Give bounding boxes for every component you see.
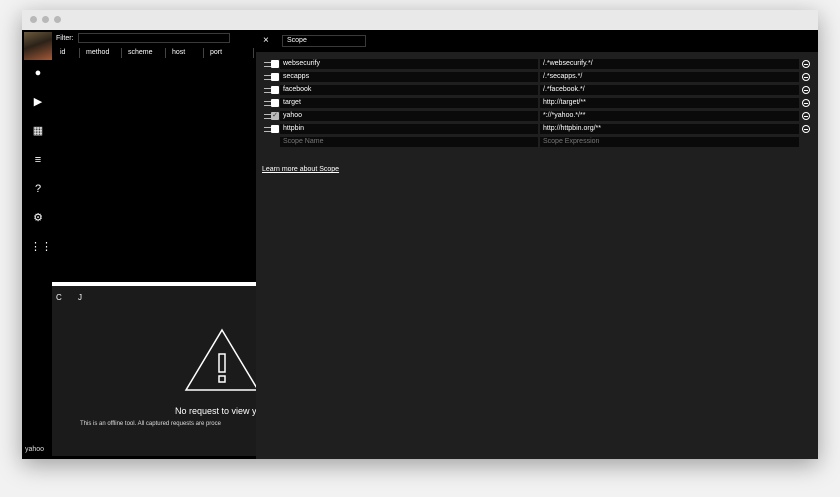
remove-icon[interactable] bbox=[802, 60, 810, 68]
scope-checkbox[interactable] bbox=[271, 73, 279, 81]
scope-expression-input[interactable]: http://target/** bbox=[540, 98, 799, 108]
scope-row: secapps /.*secapps.*/ bbox=[256, 72, 818, 83]
scope-expression-input[interactable]: http://httpbin.org/** bbox=[540, 124, 799, 134]
scope-checkbox[interactable] bbox=[271, 86, 279, 94]
scope-row: ✓ yahoo *://*yahoo.*/** bbox=[256, 111, 818, 122]
drag-handle-icon[interactable] bbox=[264, 101, 271, 106]
drag-handle-icon[interactable] bbox=[264, 75, 271, 80]
close-icon[interactable]: × bbox=[263, 35, 269, 46]
scope-expression-input[interactable]: /.*secapps.*/ bbox=[540, 72, 799, 82]
scope-name-input[interactable]: httpbin bbox=[280, 124, 538, 134]
column-port[interactable]: port bbox=[204, 48, 254, 58]
scope-checkbox[interactable] bbox=[271, 99, 279, 107]
drag-handle-icon[interactable] bbox=[264, 114, 271, 119]
filter-label: Filter: bbox=[56, 35, 74, 42]
learn-more-link[interactable]: Learn more about Scope bbox=[262, 166, 339, 173]
drag-handle-icon[interactable] bbox=[264, 62, 271, 67]
new-scope-expression-input[interactable]: Scope Expression bbox=[540, 137, 799, 147]
scope-row: target http://target/** bbox=[256, 98, 818, 109]
column-host[interactable]: host bbox=[166, 48, 204, 58]
new-scope-name-input[interactable]: Scope Name bbox=[280, 137, 538, 147]
request-tabs[interactable]: C J bbox=[56, 293, 89, 302]
apps-icon[interactable]: ⋮⋮ bbox=[30, 239, 52, 255]
scope-panel: × Scope websecurify /.*websecurify.*/ se… bbox=[256, 30, 818, 459]
scope-expression-input[interactable]: *://*yahoo.*/** bbox=[540, 111, 799, 121]
column-method[interactable]: method bbox=[80, 48, 122, 58]
drag-handle-icon[interactable] bbox=[264, 127, 271, 132]
remove-icon[interactable] bbox=[802, 125, 810, 133]
app-window: ● ▶ ▦ ≡ ? ⚙ ⋮⋮ Filter: id method scheme … bbox=[22, 10, 818, 459]
scope-new-row: Scope Name Scope Expression bbox=[256, 137, 818, 148]
remove-icon[interactable] bbox=[802, 86, 810, 94]
scope-checkbox[interactable] bbox=[271, 125, 279, 133]
scope-name-input[interactable]: websecurify bbox=[280, 59, 538, 69]
scope-name-input[interactable]: target bbox=[280, 98, 538, 108]
scope-selector[interactable]: Scope bbox=[282, 35, 366, 47]
column-id[interactable]: id bbox=[54, 48, 80, 58]
scope-expression-input[interactable]: /.*facebook.*/ bbox=[540, 85, 799, 95]
window-titlebar bbox=[22, 10, 818, 30]
scope-row: facebook /.*facebook.*/ bbox=[256, 85, 818, 96]
dashboard-icon[interactable]: ▦ bbox=[30, 123, 46, 139]
remove-icon[interactable] bbox=[802, 73, 810, 81]
column-scheme[interactable]: scheme bbox=[122, 48, 166, 58]
scope-row: httpbin http://httpbin.org/** bbox=[256, 124, 818, 135]
play-icon[interactable]: ▶ bbox=[30, 94, 46, 110]
settings-icon[interactable]: ⚙ bbox=[30, 210, 46, 226]
scope-name-input[interactable]: yahoo bbox=[280, 111, 538, 121]
scope-checkbox[interactable]: ✓ bbox=[271, 112, 279, 120]
remove-icon[interactable] bbox=[802, 112, 810, 120]
status-text: yahoo bbox=[25, 446, 45, 453]
drag-handle-icon[interactable] bbox=[264, 88, 271, 93]
warning-icon bbox=[184, 328, 260, 391]
scope-checkbox[interactable] bbox=[271, 60, 279, 68]
remove-icon[interactable] bbox=[802, 99, 810, 107]
scope-expression-input[interactable]: /.*websecurify.*/ bbox=[540, 59, 799, 69]
scope-toolbar: × Scope bbox=[256, 30, 818, 52]
empty-title: No request to view y bbox=[175, 406, 257, 416]
scope-row: websecurify /.*websecurify.*/ bbox=[256, 59, 818, 70]
record-icon[interactable]: ● bbox=[30, 65, 46, 81]
scope-name-input[interactable]: secapps bbox=[280, 72, 538, 82]
minimize-window-icon[interactable] bbox=[42, 16, 49, 23]
scope-name-input[interactable]: facebook bbox=[280, 85, 538, 95]
sort-icon[interactable]: ≡ bbox=[30, 152, 46, 168]
maximize-window-icon[interactable] bbox=[54, 16, 61, 23]
help-icon[interactable]: ? bbox=[30, 181, 46, 197]
empty-subtitle: This is an offline tool. All captured re… bbox=[80, 421, 221, 427]
close-window-icon[interactable] bbox=[30, 16, 37, 23]
avatar[interactable] bbox=[24, 32, 52, 60]
filter-input[interactable] bbox=[78, 33, 230, 43]
